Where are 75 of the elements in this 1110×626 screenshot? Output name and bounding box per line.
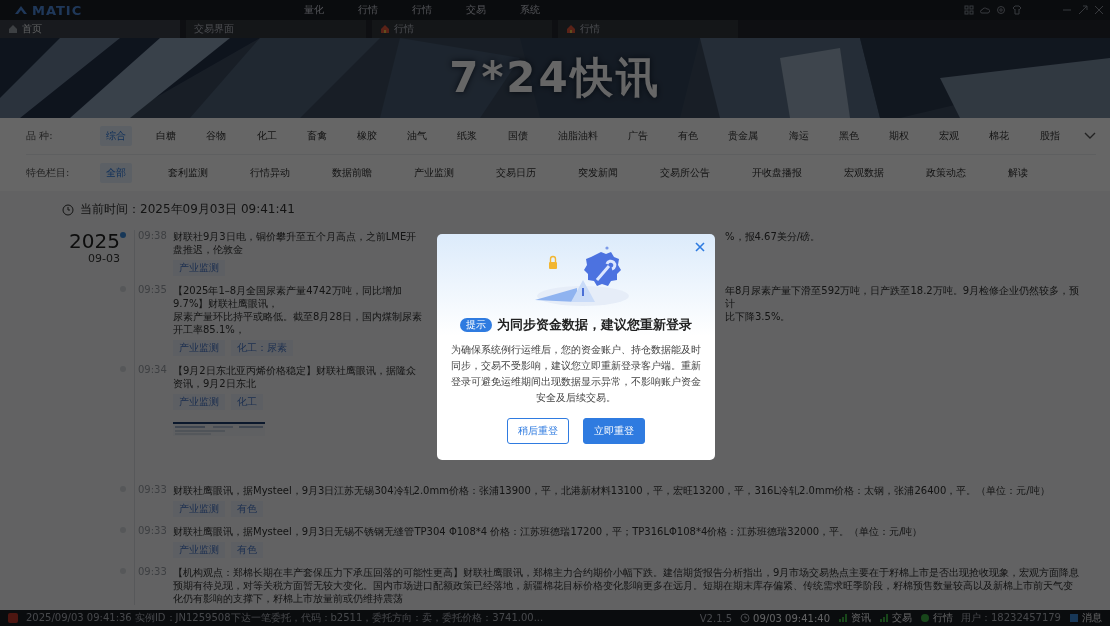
year-label: 2025 bbox=[69, 230, 120, 252]
news-text: 比下降3.5%。 bbox=[725, 310, 792, 324]
clock-icon bbox=[740, 613, 751, 623]
filter-chip[interactable]: 橡胶 bbox=[351, 126, 383, 146]
signal-icon bbox=[838, 613, 848, 623]
message-icon[interactable] bbox=[1069, 613, 1079, 623]
chevron-down-icon[interactable] bbox=[1083, 132, 1096, 140]
filter-chip[interactable]: 交易所公告 bbox=[654, 163, 716, 183]
expand-icon[interactable] bbox=[1078, 5, 1088, 15]
date-label: 09-03 bbox=[88, 252, 120, 265]
grid-icon[interactable] bbox=[964, 5, 974, 15]
filter-chip[interactable]: 有色 bbox=[672, 126, 705, 146]
filter-label: 特色栏目: bbox=[26, 166, 71, 180]
news-text: 财联社9月3日电，铜价攀升至五个月高点，之前LME开盘推迟，伦敦金 bbox=[173, 230, 418, 256]
close-icon[interactable] bbox=[695, 242, 705, 252]
filter-chip[interactable]: 谷物 bbox=[200, 126, 233, 146]
filter-chip[interactable]: 广告 bbox=[622, 126, 655, 146]
current-time: 当前时间：2025年09月03日 09:41:41 bbox=[80, 201, 295, 218]
status-label: 行情 bbox=[933, 611, 953, 625]
filter-chip[interactable]: 开收盘播报 bbox=[746, 163, 808, 183]
status-label: 交易 bbox=[892, 611, 912, 625]
messages-link[interactable]: 消息 bbox=[1082, 611, 1102, 625]
filter-chip[interactable]: 交易日历 bbox=[490, 163, 542, 183]
home-icon bbox=[8, 24, 18, 34]
app-logo: MATIC bbox=[32, 2, 83, 18]
news-text: %，报4.67美分/磅。 bbox=[725, 230, 822, 244]
filter-chip[interactable]: 政策动态 bbox=[920, 163, 972, 183]
filter-chip[interactable]: 油脂油料 bbox=[551, 126, 604, 146]
signal-icon bbox=[879, 613, 889, 623]
status-clock: 09/03 09:41:40 bbox=[753, 612, 830, 624]
filter-chip[interactable]: 股指 bbox=[1033, 126, 1066, 146]
filter-chip[interactable]: 行情异动 bbox=[244, 163, 296, 183]
dialog-title: 为同步资金数据，建议您重新登录 bbox=[497, 316, 692, 334]
news-text: 【2025年1–8月全国尿素产量4742万吨，同比增加9.7%】财联社鹰眼讯， bbox=[173, 284, 403, 310]
filter-chip[interactable]: 油气 bbox=[401, 126, 434, 146]
settings-icon[interactable] bbox=[996, 5, 1006, 15]
filter-chip[interactable]: 突发新闻 bbox=[572, 163, 624, 183]
cloud-icon[interactable] bbox=[980, 5, 990, 15]
news-text: 年8月尿素产量下滑至592万吨，日产跌至18.2万吨。9月检修企业仍然较多，预计 bbox=[725, 284, 1080, 310]
filter-chip[interactable]: 棉花 bbox=[983, 126, 1016, 146]
news-text: 尿素产量环比持平或略低。截至8月28日，国内煤制尿素开工率85.1%， bbox=[173, 310, 423, 336]
filter-chip[interactable]: 数据前瞻 bbox=[326, 163, 378, 183]
filter-chip[interactable]: 解读 bbox=[1002, 163, 1034, 183]
house-icon bbox=[566, 24, 576, 34]
dialog-message: 为确保系统例行运维后，您的资金账户、持仓数据能及时同步，交易不受影响，建议您立即重新登录客户端。重新登录可避免运维期间出现数据显示异常，不影响账户资金安全及后续交易。 bbox=[451, 343, 701, 405]
alert-icon bbox=[8, 613, 18, 623]
logo-icon bbox=[14, 5, 28, 15]
filter-chip[interactable]: 白糖 bbox=[150, 126, 183, 146]
filter-chip[interactable]: 全部 bbox=[100, 163, 132, 183]
banner-title: 7*24快讯 bbox=[449, 52, 661, 104]
filter-chip[interactable]: 套利监测 bbox=[162, 163, 214, 183]
close-icon[interactable] bbox=[1094, 5, 1104, 15]
filter-chip[interactable]: 畜禽 bbox=[300, 126, 333, 146]
filter-chip[interactable]: 宏观 bbox=[933, 126, 966, 146]
relogin-now-button[interactable]: 立即重登 bbox=[583, 418, 645, 444]
version-label: V2.1.5 bbox=[699, 612, 733, 624]
filter-chip[interactable]: 贵金属 bbox=[722, 126, 765, 146]
filter-chip[interactable]: 综合 bbox=[100, 126, 132, 146]
filter-chip[interactable]: 宏观数据 bbox=[838, 163, 890, 183]
status-dot-icon bbox=[920, 613, 930, 623]
filter-chip[interactable]: 产业监测 bbox=[408, 163, 460, 183]
relogin-later-button[interactable]: 稍后重登 bbox=[507, 418, 569, 444]
house-icon bbox=[380, 24, 390, 34]
filter-chip[interactable]: 纸浆 bbox=[451, 126, 484, 146]
filter-chip[interactable]: 化工 bbox=[250, 126, 283, 146]
status-label: 资讯 bbox=[851, 611, 871, 625]
clock-icon bbox=[62, 203, 74, 216]
hint-badge: 提示 bbox=[460, 318, 492, 332]
filter-chip[interactable]: 国债 bbox=[501, 126, 534, 146]
filter-chip[interactable]: 期权 bbox=[883, 126, 916, 146]
filter-chip[interactable]: 海运 bbox=[782, 126, 815, 146]
news-text: 财联社鹰眼讯，据Mysteel，9月3日无锡不锈钢无缝管TP304 Φ108*4 价格：江苏班德瑞17200，平；TP316LΦ108*4价格：江苏班德瑞32000，平。（单位：元/吨） bbox=[173, 525, 924, 538]
filter-chip[interactable]: 黑色 bbox=[832, 126, 865, 146]
news-text: 财联社鹰眼讯，据Mysteel，9月3日江苏无锡304冷轧2.0mm价格：张浦13900，平，北港新材料13100，平，宏旺13200，平，316L冷轧2.0mm价格：太钢，张浦26400，平。（单位：元/吨） bbox=[173, 484, 1051, 497]
news-text: 【9月2日东北亚丙烯价格稳定】财联社鹰眼讯，据隆众资讯，9月2日东北 bbox=[173, 364, 417, 390]
